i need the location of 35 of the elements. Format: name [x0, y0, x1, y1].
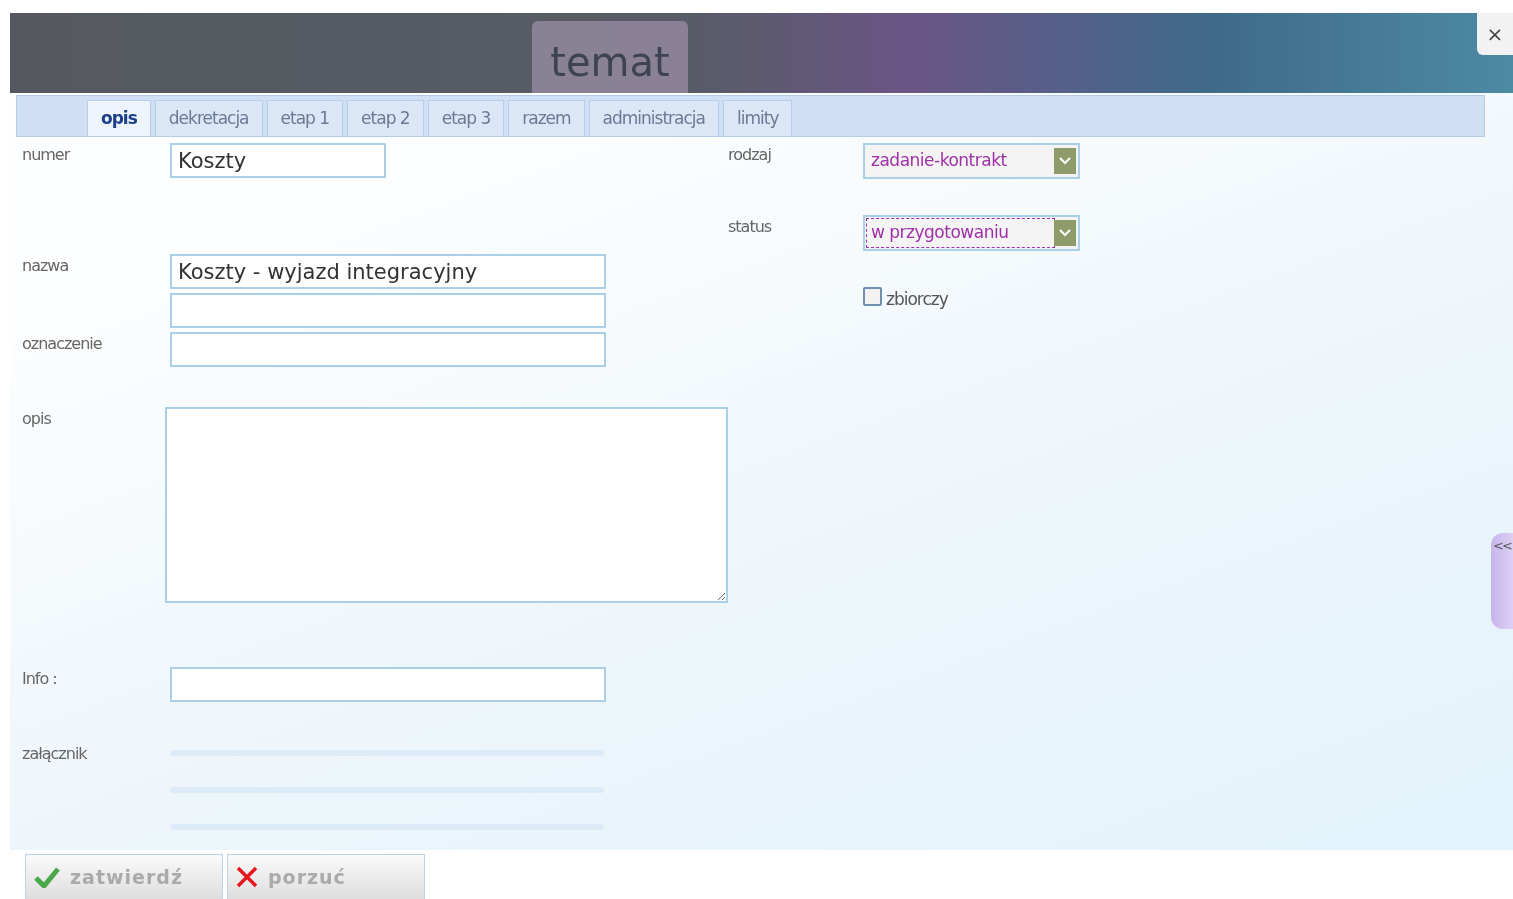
confirm-button[interactable]: zatwierdź — [25, 854, 223, 899]
field-label: opis — [22, 409, 51, 428]
tab[interactable]: limity — [723, 100, 793, 136]
cancel-button[interactable]: porzuć — [227, 854, 425, 899]
field-label: Info : — [22, 669, 57, 688]
field-label: numer — [22, 145, 70, 164]
tab[interactable]: opis — [87, 100, 151, 136]
tab[interactable]: razem — [508, 100, 585, 136]
field-label: rodzaj — [728, 145, 771, 164]
tab[interactable]: etap 1 — [266, 100, 344, 136]
close-icon — [236, 866, 258, 888]
text-field[interactable] — [170, 667, 606, 702]
tab[interactable]: administracja — [588, 100, 719, 136]
description-field[interactable] — [165, 407, 728, 603]
checkbox-label: zbiorczy — [886, 288, 948, 311]
caret-icon — [1054, 148, 1076, 174]
caret-icon — [1054, 220, 1076, 246]
tab[interactable]: etap 2 — [347, 100, 424, 136]
attachment-label: załącznik — [22, 744, 87, 763]
dropdown[interactable]: w przygotowaniu — [863, 215, 1080, 251]
field-label: nazwa — [22, 256, 69, 275]
close-button[interactable]: × — [1477, 13, 1513, 55]
dropdown[interactable]: zadanie-kontrakt — [863, 143, 1080, 179]
tab[interactable]: etap 3 — [427, 100, 505, 136]
field-label: oznaczenie — [22, 334, 102, 353]
window-title: temat — [532, 21, 688, 93]
text-field[interactable]: Koszty - wyjazd integracyjny — [170, 254, 606, 289]
text-field[interactable] — [170, 293, 606, 328]
checkbox[interactable] — [863, 287, 882, 306]
text-field[interactable]: Koszty — [170, 143, 386, 178]
tab[interactable]: dekretacja — [154, 100, 263, 136]
field-label: status — [728, 217, 772, 236]
side-tab[interactable]: << — [1491, 533, 1513, 629]
text-field[interactable] — [170, 332, 606, 367]
check-icon — [34, 866, 60, 888]
